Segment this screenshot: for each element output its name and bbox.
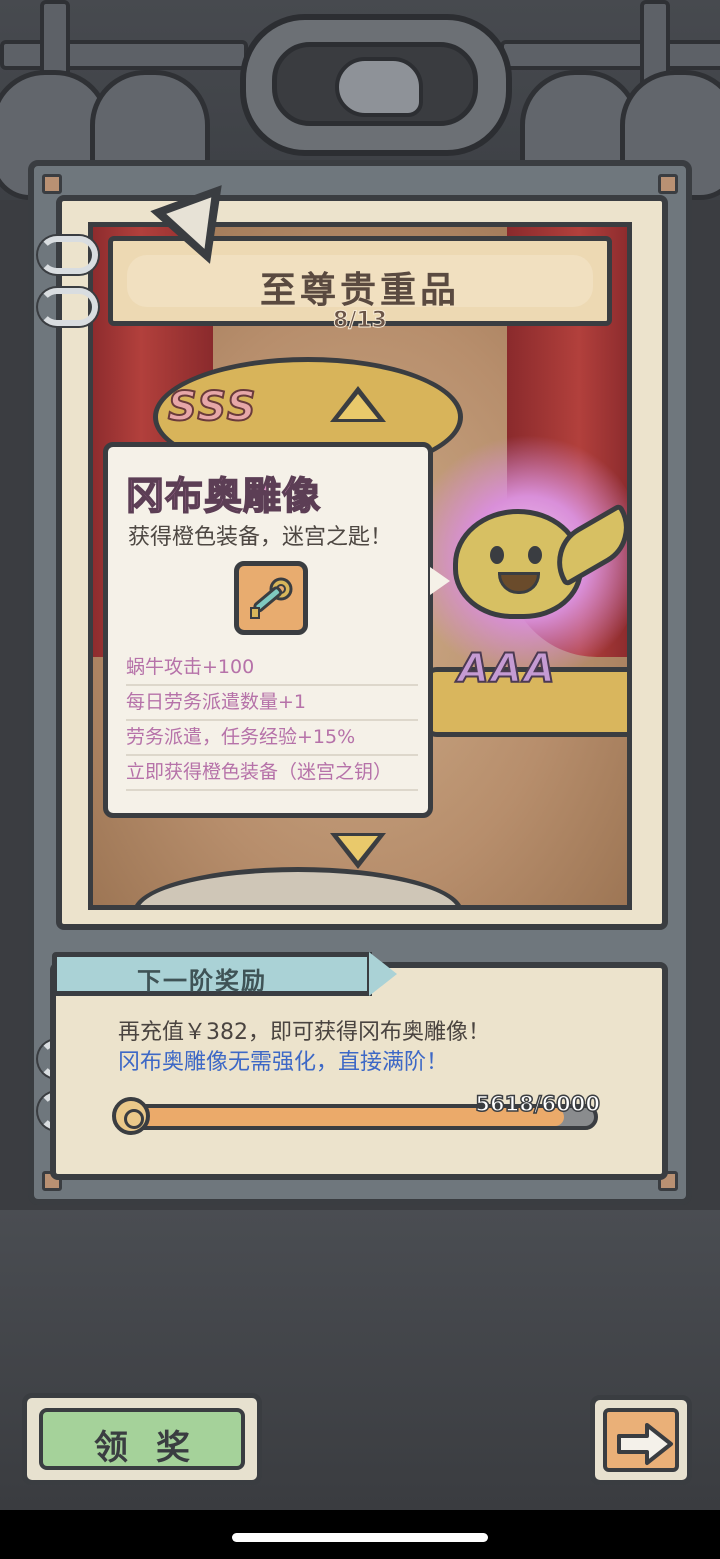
bolt [42, 174, 62, 194]
item-slot[interactable] [234, 561, 308, 635]
next-page-button[interactable] [590, 1395, 692, 1485]
stat-row: 每日劳务派遣数量+1 [126, 686, 418, 721]
pipe [500, 40, 720, 70]
binder-ring [38, 288, 98, 326]
stat-row: 立即获得橙色装备（迷宫之钥） [126, 756, 418, 791]
page-counter: 8/13 [333, 308, 388, 334]
item-name: 冈布奥雕像 [125, 473, 322, 519]
item-stat-list: 蜗牛攻击+100 每日劳务派遣数量+1 劳务派遣，任务经验+15% 立即获得橙色… [126, 651, 418, 791]
arrow-right-icon [617, 1423, 673, 1465]
next-reward-tab: 下一阶奖励 [52, 952, 397, 996]
grade-label-top: SSS [167, 383, 258, 431]
coin-icon [112, 1097, 150, 1135]
bolt [658, 174, 678, 194]
progress-text: 5618/6000 [475, 1091, 601, 1117]
item-detail-popup: 冈布奥雕像 获得橙色装备，迷宫之匙！ 蜗牛攻击+100 每日劳务派遣数量+1 劳… [103, 442, 450, 818]
stat-row: 蜗牛攻击+100 [126, 651, 418, 686]
maze-key-icon [250, 577, 293, 619]
pipe [0, 40, 248, 70]
recharge-hint: 再充值￥382，即可获得冈布奥雕像！ [118, 1020, 490, 1045]
pedestal-bottom [133, 867, 463, 905]
claim-reward-button[interactable]: 领奖 [22, 1393, 262, 1485]
max-level-hint: 冈布奥雕像无需强化，直接满阶！ [118, 1050, 449, 1075]
scroll-down-arrow-icon[interactable] [330, 833, 386, 869]
binder-ring [38, 236, 98, 274]
claim-label: 领奖 [94, 1428, 218, 1468]
grade-label-bottom: AAA [457, 645, 557, 693]
ghost-icon [335, 57, 423, 117]
home-indicator[interactable] [232, 1533, 488, 1542]
porthole [240, 14, 512, 156]
item-description: 获得橙色装备，迷宫之匙！ [128, 525, 393, 550]
stat-row: 劳务派遣，任务经验+15% [126, 721, 418, 756]
next-reward-title: 下一阶奖励 [137, 967, 267, 995]
scroll-up-arrow-icon[interactable] [330, 386, 386, 422]
